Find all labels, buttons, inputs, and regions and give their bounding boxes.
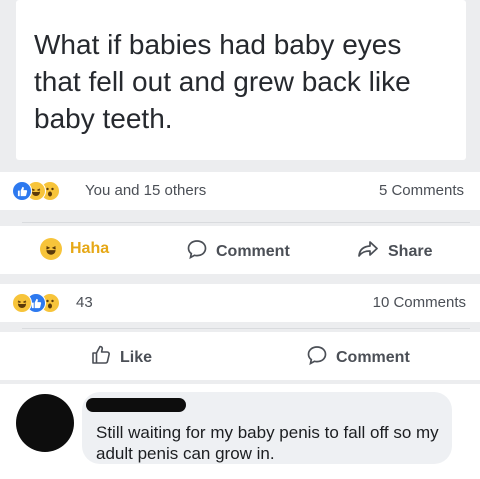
divider xyxy=(22,222,470,223)
haha-icon xyxy=(40,238,62,260)
reactions-summary-row-2: 43 10 Comments xyxy=(0,284,480,322)
reaction-icons[interactable] xyxy=(12,293,82,313)
commenter-name-redacted xyxy=(86,398,186,412)
post-actions-row-2: Like Comment xyxy=(0,332,480,380)
comment-label: Comment xyxy=(336,348,410,366)
haha-label: Haha xyxy=(70,240,110,257)
haha-icon xyxy=(12,293,32,313)
like-icon xyxy=(12,181,32,201)
comment-button[interactable]: Comment xyxy=(306,344,410,371)
share-icon xyxy=(356,238,380,265)
avatar[interactable] xyxy=(16,394,74,452)
post-actions-row: Haha Comment Share xyxy=(0,226,480,274)
comment-bubble: Still waiting for my baby penis to fall … xyxy=(82,392,452,464)
comment-text: Still waiting for my baby penis to fall … xyxy=(96,423,439,463)
thumbs-up-icon xyxy=(90,344,112,371)
comment-icon xyxy=(186,238,208,265)
reactions-summary-row: You and 15 others 5 Comments xyxy=(0,172,480,210)
comment-icon xyxy=(306,344,328,371)
comment-label: Comment xyxy=(216,242,290,260)
haha-reaction-button[interactable]: Haha xyxy=(40,238,109,260)
reaction-count[interactable]: 43 xyxy=(76,294,93,311)
share-button[interactable]: Share xyxy=(356,238,432,265)
post-text: What if babies had baby eyes that fell o… xyxy=(34,29,411,134)
comments-count[interactable]: 5 Comments xyxy=(379,182,464,199)
share-label: Share xyxy=(388,242,433,260)
comment-row: Still waiting for my baby penis to fall … xyxy=(0,384,480,479)
reaction-icons[interactable] xyxy=(12,181,82,201)
reaction-summary[interactable]: You and 15 others xyxy=(85,182,206,199)
like-button[interactable]: Like xyxy=(90,344,152,371)
comment-button[interactable]: Comment xyxy=(186,238,290,265)
post-card: What if babies had baby eyes that fell o… xyxy=(16,0,466,160)
comments-count[interactable]: 10 Comments xyxy=(373,294,466,311)
divider xyxy=(22,328,470,329)
like-label: Like xyxy=(120,348,153,366)
